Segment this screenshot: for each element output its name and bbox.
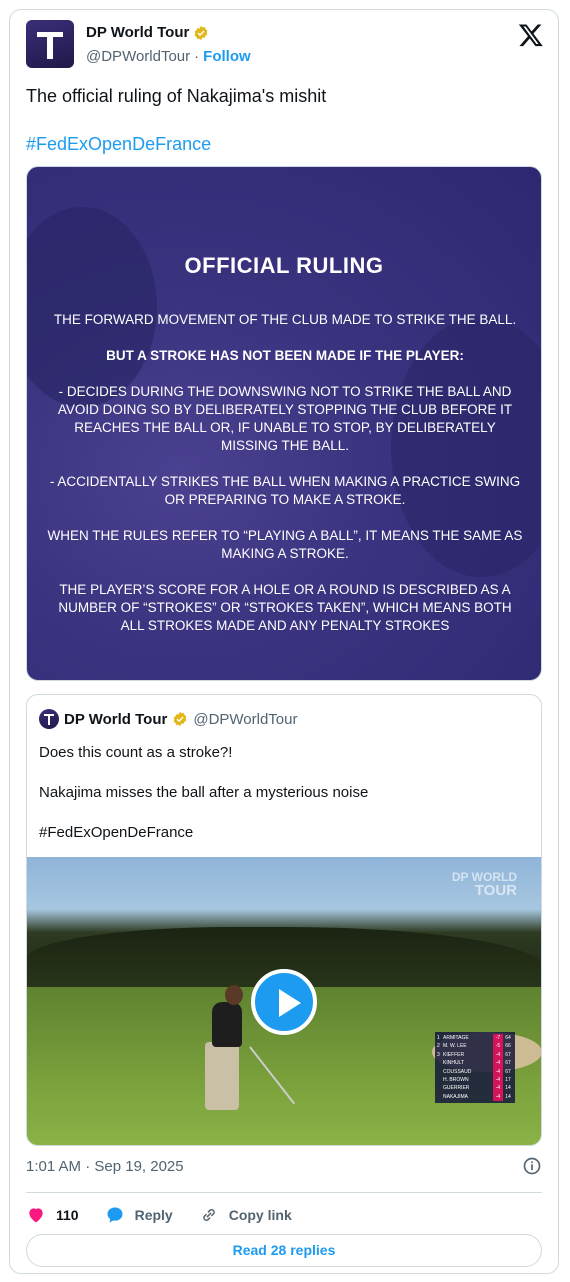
leaderboard-round: 67 — [505, 1051, 511, 1058]
avatar[interactable] — [26, 20, 74, 68]
tweet-hashtag[interactable]: #FedExOpenDeFrance — [26, 132, 211, 156]
leaderboard-round: 67 — [505, 1060, 511, 1067]
read-replies-button[interactable]: Read 28 replies — [26, 1234, 542, 1267]
golfer — [212, 1002, 242, 1047]
leaderboard-row: H. BROWN -4 17 — [435, 1075, 515, 1085]
leaderboard-score: -4 — [493, 1075, 503, 1085]
leaderboard-player: M. W. LEE — [443, 1043, 467, 1050]
tweet-text: The official ruling of Nakajima's mishit — [26, 86, 327, 106]
quoted-header: DP World Tour @DPWorldTour — [39, 709, 298, 729]
x-logo-icon[interactable] — [518, 22, 544, 48]
leaderboard-round: 66 — [505, 1043, 511, 1050]
tweet-header: DP World Tour @DPWorldTour · Follow — [26, 20, 544, 70]
info-icon[interactable] — [522, 1156, 542, 1176]
ruling-image[interactable]: OFFICIAL RULING THE FORWARD MOVEMENT OF … — [26, 166, 542, 681]
leaderboard-score: -4 — [493, 1050, 503, 1060]
golfer — [205, 1042, 239, 1110]
reply-button[interactable]: Reply — [105, 1205, 173, 1225]
verified-badge-icon — [195, 25, 208, 40]
tweet-card: DP World Tour @DPWorldTour · Follow The … — [9, 9, 559, 1274]
leaderboard-round: 17 — [505, 1076, 511, 1083]
ruling-paragraph: BUT A STROKE HAS NOT BEEN MADE IF THE PL… — [106, 348, 464, 363]
ruling-body: THE FORWARD MOVEMENT OF THE CLUB MADE TO… — [45, 311, 525, 653]
leaderboard-row: GUERRIER -4 14 — [435, 1084, 515, 1093]
like-button[interactable]: 110 — [26, 1205, 79, 1225]
like-count: 110 — [56, 1207, 79, 1223]
quoted-tweet[interactable]: DP World Tour @DPWorldTour Does this cou… — [26, 694, 542, 1146]
quoted-author-handle: @DPWorldTour — [193, 710, 298, 728]
verified-badge-icon — [174, 712, 187, 726]
leaderboard-row: COUSSAUD -4 67 — [435, 1067, 515, 1076]
leaderboard-row: NAKAJIMA -4 14 — [435, 1092, 515, 1102]
action-bar: 110 Reply Copy link — [26, 1204, 292, 1226]
leaderboard-player: NAKAJIMA — [443, 1093, 469, 1100]
leaderboard-round: 14 — [505, 1093, 511, 1100]
golfer — [225, 985, 243, 1005]
leaderboard-row: KINHULT -4 67 — [435, 1059, 515, 1068]
link-icon — [202, 1209, 215, 1221]
divider — [26, 1192, 542, 1193]
author-handle-row: @DPWorldTour · Follow — [86, 48, 251, 65]
author-handle[interactable]: @DPWorldTour — [86, 48, 190, 65]
leaderboard-row: 2 M. W. LEE -5 66 — [435, 1042, 515, 1051]
follow-button[interactable]: Follow — [203, 48, 251, 65]
ruling-paragraph: WHEN THE RULES REFER TO “PLAYING A BALL”… — [47, 528, 523, 561]
author-name-row: DP World Tour — [86, 24, 209, 41]
ruling-paragraph: - DECIDES DURING THE DOWNSWING NOT TO ST… — [57, 384, 513, 453]
leaderboard-round: 67 — [505, 1068, 511, 1075]
reply-bubble-icon — [107, 1207, 123, 1223]
leaderboard-player: H. BROWN — [443, 1076, 469, 1083]
copy-link-button[interactable]: Copy link — [199, 1205, 292, 1225]
leaderboard-score: -4 — [493, 1067, 503, 1076]
reply-label: Reply — [134, 1207, 173, 1223]
ruling-paragraph: - ACCIDENTALLY STRIKES THE BALL WHEN MAK… — [49, 474, 521, 507]
leaderboard-row: 1 ARMITAGE -7 64 — [435, 1034, 515, 1043]
separator: · — [194, 48, 200, 65]
quoted-avatar — [39, 709, 59, 729]
play-button[interactable] — [251, 969, 317, 1035]
tweet-timestamp[interactable]: 1:01 AM · Sep 19, 2025 — [26, 1158, 184, 1175]
ruling-title: OFFICIAL RULING — [184, 253, 384, 278]
quoted-hashtag: #FedExOpenDeFrance — [39, 824, 194, 841]
leaderboard-score: -4 — [493, 1059, 503, 1068]
video-player[interactable]: DP WORLD TOUR 1 ARMITAGE -7 64 2 M. W. LEE -5 6… — [27, 857, 541, 1145]
ruling-paragraph: THE PLAYER’S SCORE FOR A HOLE OR A ROUND… — [58, 582, 512, 633]
leaderboard-score: -5 — [493, 1042, 503, 1051]
quoted-text: Nakajima misses the ball after a mysteri… — [39, 784, 369, 801]
watermark-line: TOUR — [474, 882, 517, 899]
leaderboard-player: ARMITAGE — [443, 1035, 469, 1041]
ruling-paragraph: THE FORWARD MOVEMENT OF THE CLUB MADE TO… — [53, 312, 517, 327]
leaderboard-score: -4 — [493, 1084, 503, 1093]
leaderboard-row: 3 KIEFFER -4 67 — [435, 1050, 515, 1060]
leaderboard-player: GUERRIER — [443, 1085, 470, 1092]
leaderboard-overlay: 1 ARMITAGE -7 64 2 M. W. LEE -5 66 3 KIEFFER -4 67 K… — [435, 1032, 515, 1104]
leaderboard-round: 14 — [505, 1085, 511, 1092]
leaderboard-score: -4 — [493, 1092, 503, 1102]
author-name[interactable]: DP World Tour — [86, 24, 189, 41]
quoted-author-name: DP World Tour — [64, 710, 168, 728]
leaderboard-round: 64 — [505, 1035, 511, 1041]
copy-link-label: Copy link — [228, 1207, 292, 1223]
leaderboard-player: COUSSAUD — [443, 1068, 472, 1075]
quoted-text: Does this count as a stroke?! — [39, 744, 233, 761]
leaderboard-player: KIEFFER — [443, 1051, 465, 1058]
leaderboard-score: -7 — [493, 1034, 503, 1043]
heart-icon — [29, 1208, 43, 1223]
video-watermark: DP WORLD TOUR — [452, 871, 517, 898]
play-icon — [279, 989, 301, 1017]
leaderboard-player: KINHULT — [443, 1060, 465, 1067]
